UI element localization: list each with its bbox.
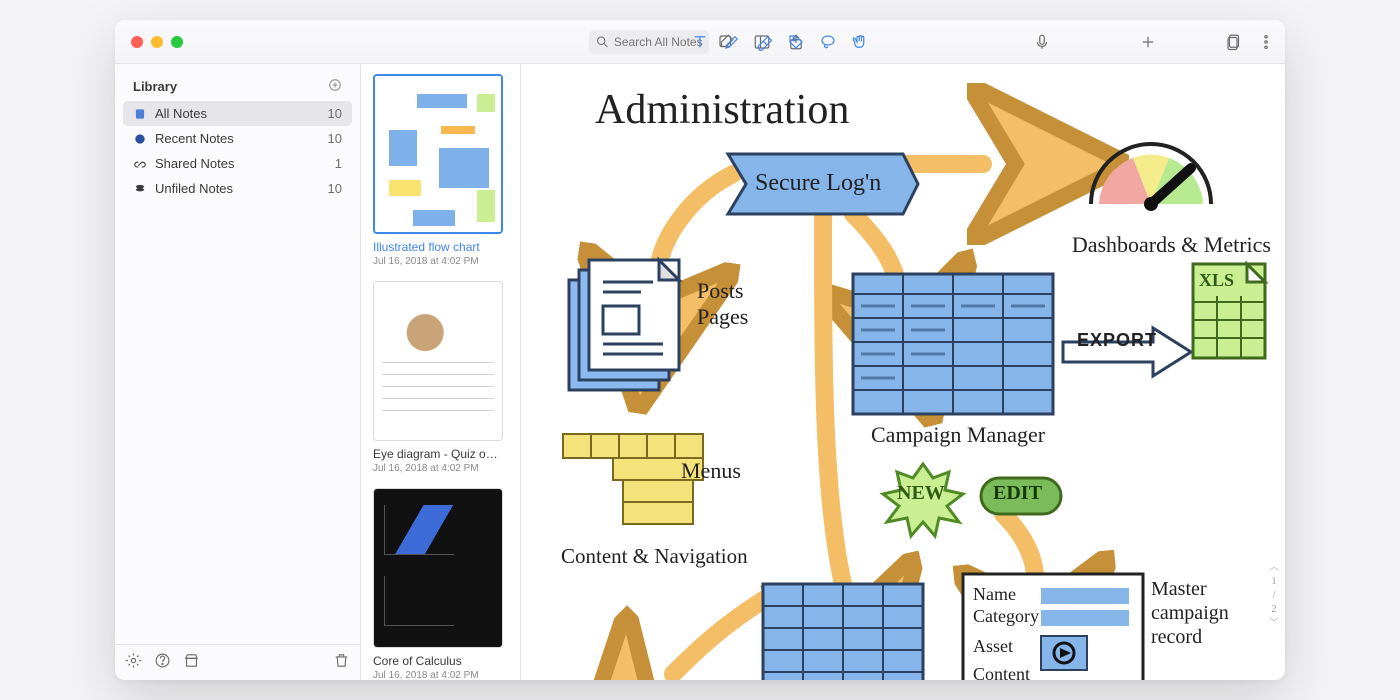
- label-content-nav: Content & Navigation: [561, 544, 748, 569]
- note-date: Jul 16, 2018 at 4:02 PM: [373, 463, 508, 474]
- page-sep: /: [1269, 589, 1279, 603]
- fullscreen-window-button[interactable]: [171, 36, 183, 48]
- tag-tool[interactable]: [787, 33, 805, 51]
- add-button[interactable]: [1139, 33, 1157, 51]
- clock-icon: [133, 132, 147, 146]
- sidebar-item-count: 10: [328, 181, 342, 196]
- note-list[interactable]: Illustrated flow chart Jul 16, 2018 at 4…: [361, 64, 521, 680]
- label-dashboards: Dashboards & Metrics: [1072, 232, 1271, 258]
- sidebar-item-label: Shared Notes: [155, 156, 235, 171]
- note-date: Jul 16, 2018 at 4:02 PM: [373, 670, 508, 680]
- library-header: Library: [133, 79, 177, 94]
- add-library-button[interactable]: [328, 78, 342, 95]
- page-current: 1: [1269, 575, 1279, 589]
- search-input[interactable]: [614, 35, 703, 49]
- sidebar-item-count: 10: [328, 131, 342, 146]
- sidebar-item-count: 10: [328, 106, 342, 121]
- label-edit: EDIT: [993, 482, 1042, 505]
- trash-button[interactable]: [333, 652, 350, 674]
- label-xls: XLS: [1199, 270, 1234, 291]
- eraser-tool[interactable]: [755, 33, 773, 51]
- page-total: 2: [1269, 603, 1279, 617]
- sidebar-item-label: Unfiled Notes: [155, 181, 233, 196]
- note-card[interactable]: Core of Calculus Jul 16, 2018 at 4:02 PM: [373, 488, 508, 680]
- page-indicator[interactable]: ︿ 1 / 2 ﹀: [1269, 561, 1279, 631]
- store-button[interactable]: [183, 652, 200, 674]
- note-card[interactable]: Eye diagram - Quiz on M… Jul 16, 2018 at…: [373, 281, 508, 474]
- label-posts: Posts: [697, 278, 743, 304]
- more-button[interactable]: [1257, 33, 1275, 51]
- text-tool[interactable]: [691, 33, 709, 51]
- note-canvas[interactable]: Administration: [521, 64, 1285, 680]
- label-form-category: Category: [973, 606, 1039, 627]
- window-controls: [131, 36, 361, 48]
- label-new: NEW: [897, 482, 945, 505]
- microphone-button[interactable]: [1033, 33, 1051, 51]
- app-window: Library All Notes 10 Recent Notes 10: [115, 20, 1285, 680]
- chevron-up-icon[interactable]: ︿: [1269, 561, 1279, 575]
- label-form-asset: Asset: [973, 636, 1013, 657]
- label-form-content: Content: [973, 664, 1030, 680]
- pages-button[interactable]: [1225, 33, 1243, 51]
- label-campaign: campaign: [1151, 602, 1229, 625]
- note-icon: [133, 107, 147, 121]
- label-secure-login: Secure Log'n: [755, 170, 881, 197]
- note-title: Illustrated flow chart: [373, 240, 503, 254]
- note-card[interactable]: Illustrated flow chart Jul 16, 2018 at 4…: [373, 74, 508, 267]
- search-icon: [595, 33, 610, 51]
- sidebar-item-label: Recent Notes: [155, 131, 234, 146]
- label-export: EXPORT: [1077, 330, 1157, 351]
- label-campaign-mgr: Campaign Manager: [871, 422, 1045, 448]
- pen-tool[interactable]: [723, 33, 741, 51]
- titlebar: [115, 20, 1285, 64]
- label-master: Master: [1151, 578, 1207, 601]
- lasso-tool[interactable]: [819, 33, 837, 51]
- note-thumbnail: [373, 281, 503, 441]
- note-title: Eye diagram - Quiz on M…: [373, 447, 503, 461]
- sidebar-item-count: 1: [335, 156, 342, 171]
- settings-button[interactable]: [125, 652, 142, 674]
- sidebar-item-unfiled-notes[interactable]: Unfiled Notes 10: [123, 176, 352, 201]
- close-window-button[interactable]: [131, 36, 143, 48]
- sidebar-item-recent-notes[interactable]: Recent Notes 10: [123, 126, 352, 151]
- sidebar: Library All Notes 10 Recent Notes 10: [115, 64, 361, 680]
- note-date: Jul 16, 2018 at 4:02 PM: [373, 256, 508, 267]
- label-form-name: Name: [973, 584, 1016, 605]
- sidebar-item-shared-notes[interactable]: Shared Notes 1: [123, 151, 352, 176]
- note-thumbnail: [373, 74, 503, 234]
- sidebar-item-label: All Notes: [155, 106, 207, 121]
- label-pages: Pages: [697, 304, 748, 330]
- stack-icon: [133, 182, 147, 196]
- label-record: record: [1151, 626, 1202, 649]
- sidebar-item-all-notes[interactable]: All Notes 10: [123, 101, 352, 126]
- label-menus: Menus: [681, 458, 741, 484]
- link-icon: [133, 157, 147, 171]
- hand-tool[interactable]: [851, 33, 869, 51]
- note-title: Core of Calculus: [373, 654, 503, 668]
- help-button[interactable]: [154, 652, 171, 674]
- sidebar-footer: [115, 644, 360, 680]
- note-thumbnail: [373, 488, 503, 648]
- minimize-window-button[interactable]: [151, 36, 163, 48]
- chevron-down-icon[interactable]: ﹀: [1269, 617, 1279, 631]
